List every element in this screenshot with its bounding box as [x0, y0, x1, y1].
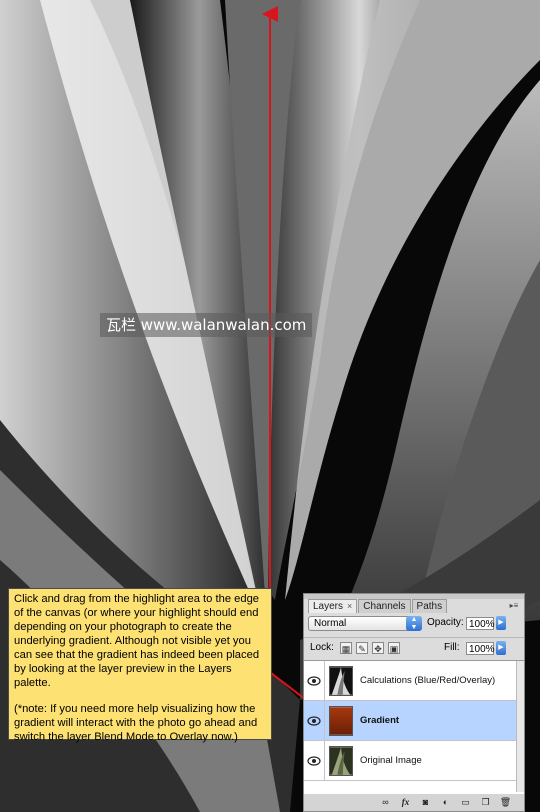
layer-name: Calculations (Blue/Red/Overlay) [360, 675, 496, 686]
close-icon[interactable]: × [347, 600, 352, 613]
visibility-eye-icon[interactable] [304, 701, 325, 740]
instruction-paragraph-2: (*note: If you need more help visualizin… [14, 703, 258, 743]
tab-channels[interactable]: Channels [358, 599, 411, 613]
lock-label: Lock: [310, 642, 334, 653]
lock-all-icon[interactable]: ▣ [388, 642, 400, 654]
blend-mode-select[interactable]: Normal ▲ ▼ [308, 616, 422, 631]
trash-icon[interactable]: 🗑 [499, 797, 512, 808]
folder-icon[interactable]: ▭ [459, 797, 472, 808]
layers-scrollbar[interactable] [516, 661, 524, 792]
palette-menu-icon[interactable]: ▸≡ [508, 601, 520, 611]
layer-name: Gradient [360, 715, 400, 726]
fx-icon[interactable]: fx [399, 797, 412, 808]
lock-position-icon[interactable]: ✥ [372, 642, 384, 654]
tab-label: Paths [416, 601, 443, 612]
link-icon[interactable]: ∞ [379, 797, 392, 808]
tab-paths[interactable]: Paths [411, 599, 448, 613]
tab-label: Channels [363, 601, 406, 612]
lock-transparency-icon[interactable]: ▦ [340, 642, 352, 654]
mask-icon[interactable]: ◙ [419, 797, 432, 808]
fill-slider-arrow-icon[interactable]: ▶ [496, 641, 506, 655]
layer-thumbnail [329, 746, 353, 776]
layer-thumbnail [329, 666, 353, 696]
opacity-field[interactable]: 100% [466, 617, 495, 630]
visibility-eye-icon[interactable] [304, 661, 325, 700]
palette-tabs: Layers × Channels Paths [308, 599, 448, 613]
lock-pixels-icon[interactable]: ✎ [356, 642, 368, 654]
blend-mode-value: Normal [314, 618, 347, 629]
tab-layers[interactable]: Layers × [308, 599, 358, 613]
instruction-paragraph-1: Click and drag from the highlight area t… [14, 593, 260, 689]
new-layer-icon[interactable]: ❐ [479, 797, 492, 808]
layer-row-selected[interactable]: Gradient [304, 701, 516, 741]
visibility-eye-icon[interactable] [304, 741, 325, 780]
tab-label: Layers [313, 601, 344, 612]
layer-thumbnail [329, 706, 353, 736]
instruction-callout: Click and drag from the highlight area t… [8, 588, 272, 743]
layers-palette: Layers × Channels Paths ▸≡ Normal ▲ ▼ Opa… [303, 593, 525, 812]
lock-fill-row: Lock: ▦ ✎ ✥ ▣ Fill: 100% ▶ [304, 637, 524, 658]
fill-field[interactable]: 100% [466, 642, 495, 655]
updown-arrows-icon: ▲ ▼ [406, 616, 422, 631]
opacity-slider-arrow-icon[interactable]: ▶ [496, 616, 506, 630]
adjustment-icon[interactable]: ◐ [439, 797, 452, 808]
watermark: 瓦栏 www.walanwalan.com [100, 313, 313, 337]
layer-row[interactable]: Calculations (Blue/Red/Overlay) [304, 661, 516, 701]
fill-label: Fill: [444, 642, 460, 653]
opacity-label: Opacity: [427, 617, 464, 628]
blend-opacity-row: Normal ▲ ▼ Opacity: 100% ▶ [304, 614, 524, 635]
layer-row[interactable]: Original Image [304, 741, 516, 781]
layers-list: Calculations (Blue/Red/Overlay) Gradient… [304, 660, 524, 795]
palette-bottom-toolbar: ∞ fx ◙ ◐ ▭ ❐ 🗑 [304, 794, 524, 811]
layer-name: Original Image [360, 755, 422, 766]
